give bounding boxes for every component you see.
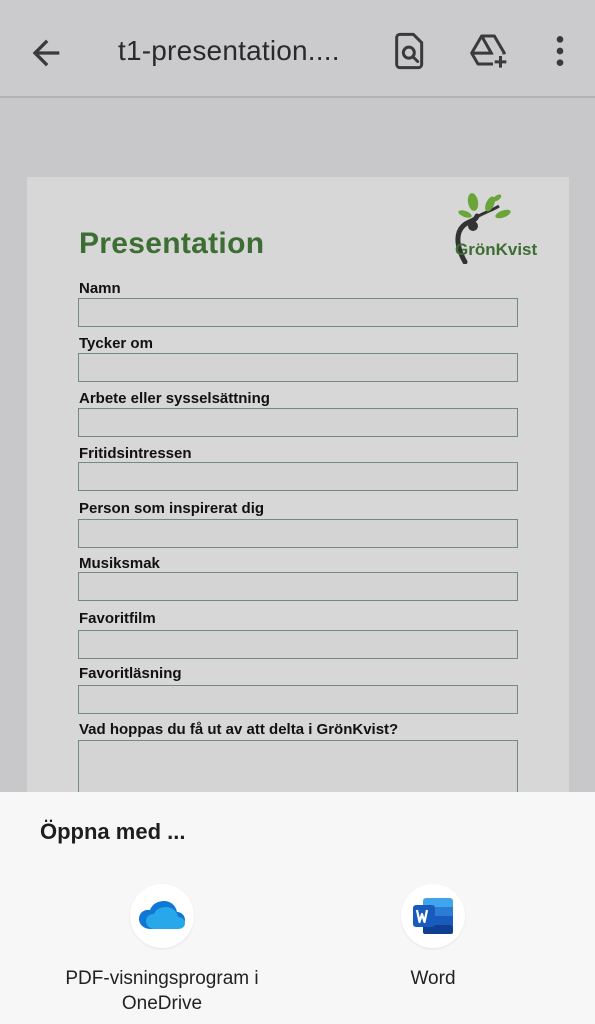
app-label-onedrive-line2: OneDrive xyxy=(121,993,203,1014)
gronkvist-logo: GrönKvist xyxy=(445,192,557,265)
document-page: Presentation GrönKvist Namn Tycker om Ar… xyxy=(27,177,569,817)
page-title: Presentation xyxy=(79,227,265,260)
field-person xyxy=(78,519,518,548)
field-fritidsintressen xyxy=(78,462,518,491)
pdf-viewer[interactable]: Presentation GrönKvist Namn Tycker om Ar… xyxy=(0,100,595,817)
document-search-icon[interactable] xyxy=(390,31,430,71)
app-option-word[interactable]: Word xyxy=(313,884,553,991)
field-favoritlasning xyxy=(78,685,518,714)
field-label-favoritfilm: Favoritfilm xyxy=(79,610,156,627)
app-bar: t1-presentation.... xyxy=(0,0,595,98)
field-label-person: Person som inspirerat dig xyxy=(79,500,265,517)
field-vad-hoppas xyxy=(78,740,518,800)
field-label-favoritlasning: Favoritläsning xyxy=(79,665,182,682)
field-label-fritidsintressen: Fritidsintressen xyxy=(79,445,192,462)
sheet-title: Öppna med ... xyxy=(40,819,186,844)
open-with-sheet: Öppna med ... PDF-visningsprogram i OneD… xyxy=(0,792,595,1024)
app-label-onedrive-line1: PDF-visningsprogram i xyxy=(65,968,259,989)
app-option-onedrive[interactable]: PDF-visningsprogram i OneDrive xyxy=(42,884,282,1016)
field-label-arbete: Arbete eller sysselsättning xyxy=(79,390,270,407)
field-tycker-om xyxy=(78,353,518,382)
document-title: t1-presentation.... xyxy=(118,35,340,66)
field-favoritfilm xyxy=(78,630,518,659)
app-label-word: Word xyxy=(410,968,456,989)
onedrive-icon xyxy=(130,884,194,948)
field-namn xyxy=(78,298,518,327)
field-musiksmak xyxy=(78,572,518,601)
field-label-musiksmak: Musiksmak xyxy=(79,555,160,572)
logo-text: GrönKvist xyxy=(455,240,538,259)
arrow-left-icon[interactable] xyxy=(26,33,66,73)
field-label-namn: Namn xyxy=(79,280,121,297)
word-icon xyxy=(401,884,465,948)
drive-add-icon[interactable] xyxy=(468,31,508,71)
field-label-vad-hoppas: Vad hoppas du få ut av att delta i GrönK… xyxy=(79,721,399,738)
more-vert-icon[interactable] xyxy=(540,31,580,71)
field-label-tycker-om: Tycker om xyxy=(79,335,153,352)
field-arbete xyxy=(78,408,518,437)
